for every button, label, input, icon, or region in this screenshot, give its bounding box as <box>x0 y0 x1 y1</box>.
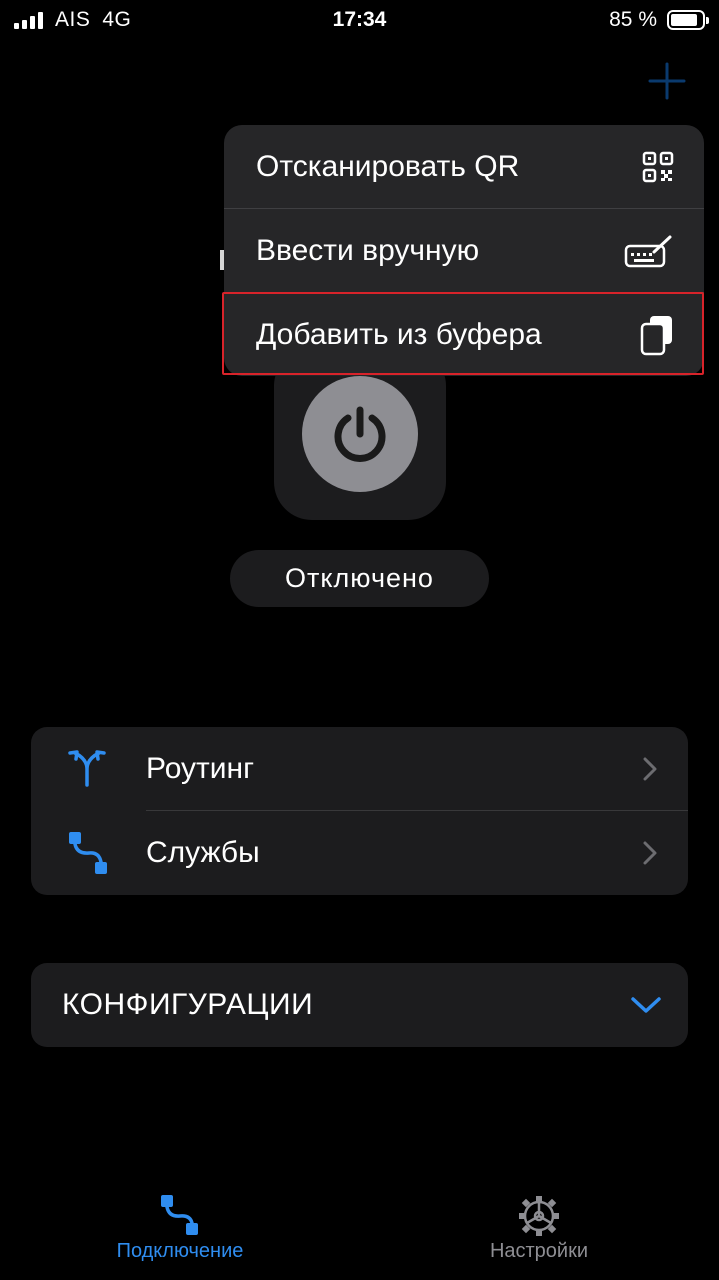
menu-item-label: Добавить из буфера <box>256 317 542 351</box>
qr-code-icon <box>642 151 674 182</box>
plus-icon[interactable] <box>644 58 690 104</box>
menu-item-scan-qr[interactable]: Отсканировать QR <box>224 125 704 208</box>
chevron-right-icon <box>643 757 657 781</box>
configurations-section[interactable]: КОНФИГУРАЦИИ <box>31 963 688 1047</box>
clipboard-icon <box>640 315 672 355</box>
tab-label: Настройки <box>489 1240 589 1262</box>
screen: AIS 4G 17:34 85 % Отключено Роутинг Служ… <box>0 0 719 1280</box>
menu-item-label: Отсканировать QR <box>256 149 520 183</box>
status-bar: AIS 4G 17:34 85 % <box>0 0 719 40</box>
chevron-down-icon[interactable] <box>630 995 662 1015</box>
menu-item-add-from-clipboard[interactable]: Добавить из буфера <box>224 293 704 376</box>
list-item-services[interactable]: Службы <box>31 811 688 895</box>
configurations-label: КОНФИГУРАЦИИ <box>62 988 314 1021</box>
list-item-routing[interactable]: Роутинг <box>31 727 688 811</box>
gear-icon <box>519 1196 559 1236</box>
menu-item-label: Ввести вручную <box>256 233 480 267</box>
services-icon <box>69 832 107 874</box>
battery-icon <box>667 10 709 30</box>
settings-card: Роутинг Службы <box>31 727 688 895</box>
connection-status: Отключено <box>230 550 489 607</box>
tab-label: Подключение <box>116 1240 244 1262</box>
power-icon <box>334 406 386 462</box>
connection-icon <box>161 1195 198 1235</box>
menu-item-manual-entry[interactable]: Ввести вручную <box>224 209 704 292</box>
keyboard-pen-icon <box>624 235 672 267</box>
list-item-label: Роутинг <box>146 752 255 785</box>
add-menu: Отсканировать QR Ввести вручную Добавить… <box>224 125 704 376</box>
tab-connection[interactable]: Подключение <box>80 1190 280 1280</box>
status-right: 85 % <box>609 8 709 32</box>
list-item-label: Службы <box>146 836 260 869</box>
battery-percent: 85 % <box>609 8 657 31</box>
routing-icon <box>68 750 106 787</box>
battery-fill <box>671 14 697 26</box>
battery-cap <box>706 17 709 24</box>
power-circle[interactable] <box>302 376 418 492</box>
chevron-right-icon <box>643 841 657 865</box>
tab-settings[interactable]: Настройки <box>439 1190 639 1280</box>
